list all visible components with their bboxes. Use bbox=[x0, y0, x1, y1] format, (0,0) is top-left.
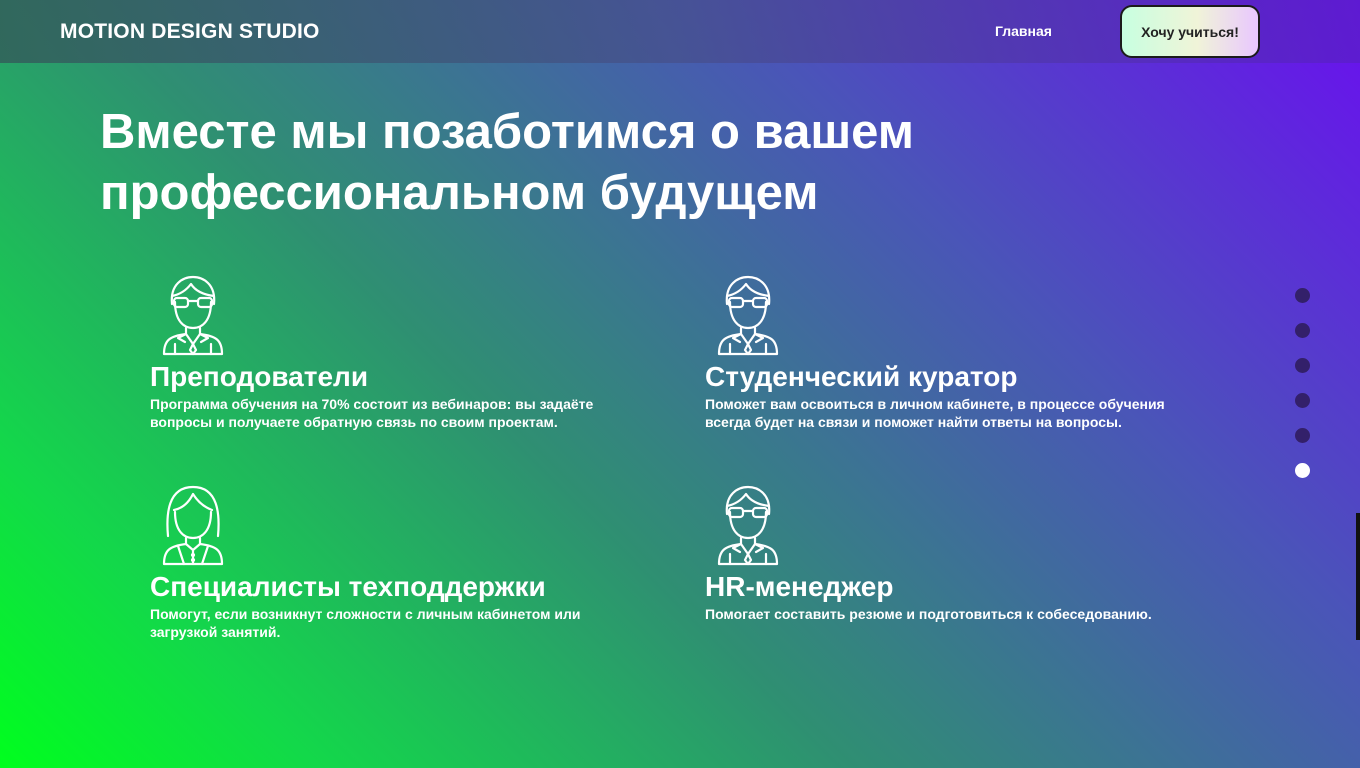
nav-home-link[interactable]: Главная bbox=[995, 23, 1052, 39]
pagination-dot[interactable] bbox=[1295, 428, 1310, 443]
card-text: Программа обучения на 70% состоит из веб… bbox=[150, 396, 594, 430]
card-title: Студенческий куратор bbox=[705, 361, 1018, 392]
card-text: Поможет вам освоиться в личном кабинете,… bbox=[705, 396, 1165, 430]
pagination-dot[interactable] bbox=[1295, 393, 1310, 408]
team-card-teachers: Преподователи Программа обучения на 70% … bbox=[150, 274, 650, 431]
enroll-button[interactable]: Хочу учиться! bbox=[1120, 5, 1260, 58]
curator-glasses-icon bbox=[713, 274, 783, 356]
page: MOTION DESIGN STUDIO Главная Хочу учитьс… bbox=[0, 0, 1360, 768]
hero-title: Вместе мы позаботимся о вашем профессион… bbox=[100, 105, 915, 220]
pagination-dot[interactable] bbox=[1295, 323, 1310, 338]
pagination-dot[interactable] bbox=[1295, 358, 1310, 373]
pagination-dot[interactable] bbox=[1295, 288, 1310, 303]
team-card-curator: Студенческий куратор Поможет вам освоить… bbox=[705, 274, 1205, 431]
card-text: Помогут, если возникнут сложности с личн… bbox=[150, 606, 581, 640]
card-text: Помогает составить резюме и подготовитьс… bbox=[705, 606, 1152, 622]
site-header: MOTION DESIGN STUDIO Главная Хочу учитьс… bbox=[0, 0, 1360, 63]
teacher-glasses-icon bbox=[158, 274, 228, 356]
support-woman-icon bbox=[158, 484, 228, 566]
pagination-dot-active[interactable] bbox=[1295, 463, 1310, 478]
team-card-support: Специалисты техподдержки Помогут, если в… bbox=[150, 484, 650, 641]
team-card-hr: HR-менеджер Помогает составить резюме и … bbox=[705, 484, 1205, 623]
scrollbar-thumb[interactable] bbox=[1356, 513, 1360, 640]
card-title: Преподователи bbox=[150, 361, 369, 392]
site-logo[interactable]: MOTION DESIGN STUDIO bbox=[60, 20, 320, 44]
section-pagination bbox=[1295, 288, 1310, 498]
hr-manager-icon bbox=[713, 484, 783, 566]
card-title: HR-менеджер bbox=[705, 571, 894, 602]
card-title: Специалисты техподдержки bbox=[150, 571, 546, 602]
